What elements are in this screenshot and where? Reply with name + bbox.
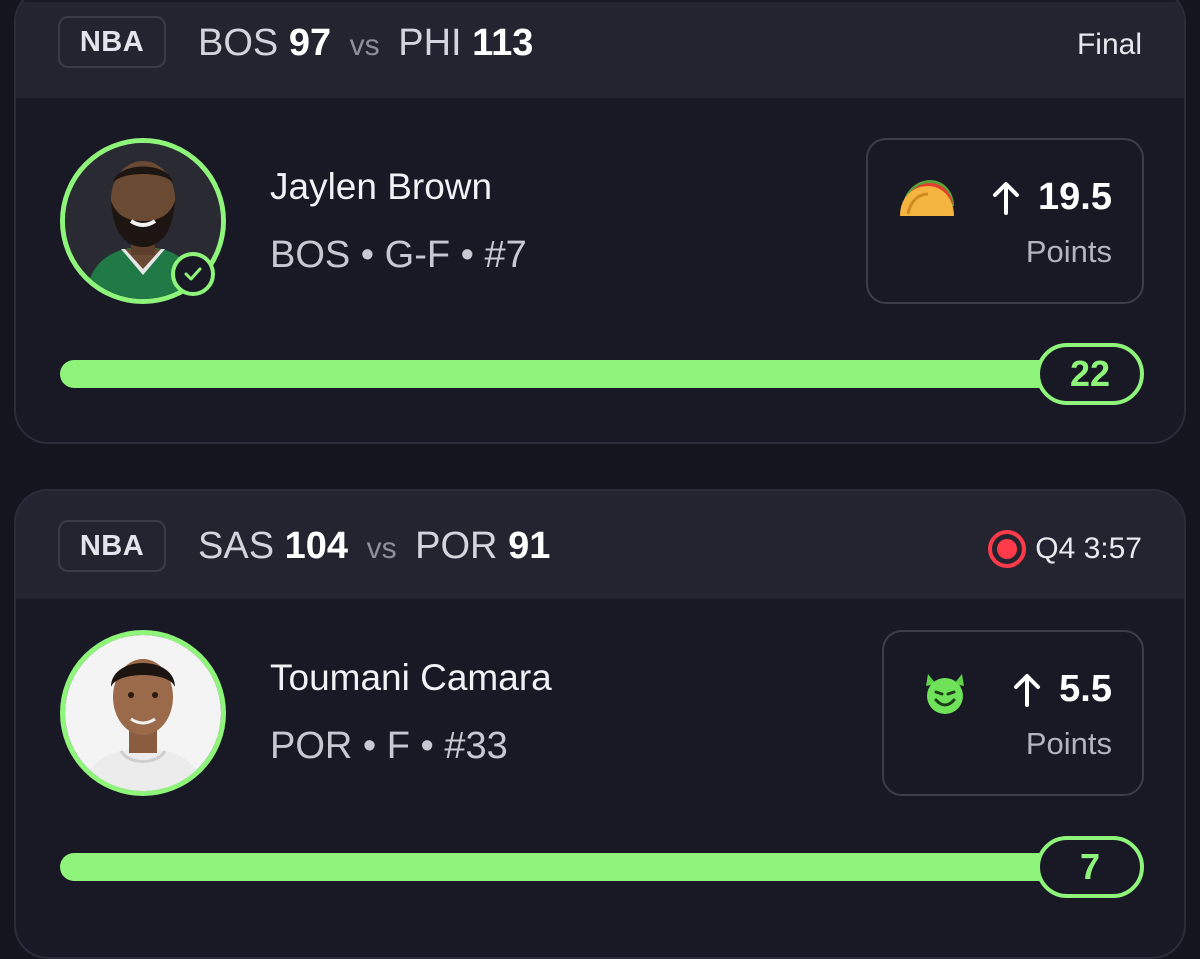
league-badge: NBA [58, 520, 166, 572]
player-meta: BOS • G-F • #7 [270, 234, 527, 276]
player-name[interactable]: Toumani Camara [270, 657, 552, 699]
verified-check-icon [171, 252, 215, 296]
result-value: 22 [1036, 343, 1144, 405]
pick-line: 5.5 [1013, 668, 1112, 711]
pick-line-value: 19.5 [1038, 176, 1112, 218]
away-team: POR [415, 525, 498, 567]
progress-fill [60, 853, 1100, 881]
player-avatar[interactable] [60, 630, 226, 796]
live-record-icon [988, 530, 1027, 568]
progress-fill [60, 360, 1100, 388]
away-score: 113 [472, 22, 534, 64]
game-status: Q4 3:57 [987, 529, 1142, 569]
player-name[interactable]: Jaylen Brown [270, 166, 492, 208]
game-header: NBA BOS 97 vs PHI 113 Final [16, 2, 1184, 98]
result-value: 7 [1036, 836, 1144, 898]
up-arrow-icon [993, 181, 1020, 215]
pick-projection-box[interactable]: 19.5 Points [866, 138, 1144, 304]
vs-label: vs [349, 29, 380, 62]
pick-line-value: 5.5 [1059, 668, 1112, 710]
away-team: PHI [398, 22, 462, 64]
matchup-score: SAS 104 vs POR 91 [198, 525, 550, 568]
vs-label: vs [366, 532, 397, 565]
game-status-text: Q4 3:57 [1035, 532, 1142, 565]
home-score: 104 [284, 525, 349, 567]
home-score: 97 [288, 22, 332, 64]
pick-card-toumani-camara[interactable]: NBA SAS 104 vs POR 91 Q4 3:57 Toumani Ca… [14, 489, 1186, 959]
pick-projection-box[interactable]: 5.5 Points [882, 630, 1144, 796]
league-badge: NBA [58, 16, 166, 68]
game-status-text: Final [1076, 28, 1142, 61]
home-team: BOS [198, 22, 279, 64]
home-team: SAS [198, 525, 275, 567]
pick-stat-label: Points [1025, 234, 1112, 269]
up-arrow-icon [1014, 673, 1041, 707]
pick-line: 19.5 [992, 176, 1112, 219]
matchup-score: BOS 97 vs PHI 113 [198, 22, 533, 65]
game-status: Final [1077, 28, 1142, 62]
player-meta: POR • F • #33 [270, 725, 508, 767]
taco-icon [900, 180, 954, 216]
progress-track [60, 360, 1100, 388]
pick-stat-label: Points [1025, 726, 1112, 761]
pick-card-jaylen-brown[interactable]: NBA BOS 97 vs PHI 113 Final Jaylen Brown… [14, 0, 1186, 444]
progress-track [60, 853, 1100, 881]
player-photo-icon [65, 635, 221, 791]
away-score: 91 [508, 525, 551, 567]
game-header: NBA SAS 104 vs POR 91 Q4 3:57 [16, 491, 1184, 599]
smiling-devil-icon [926, 674, 964, 714]
